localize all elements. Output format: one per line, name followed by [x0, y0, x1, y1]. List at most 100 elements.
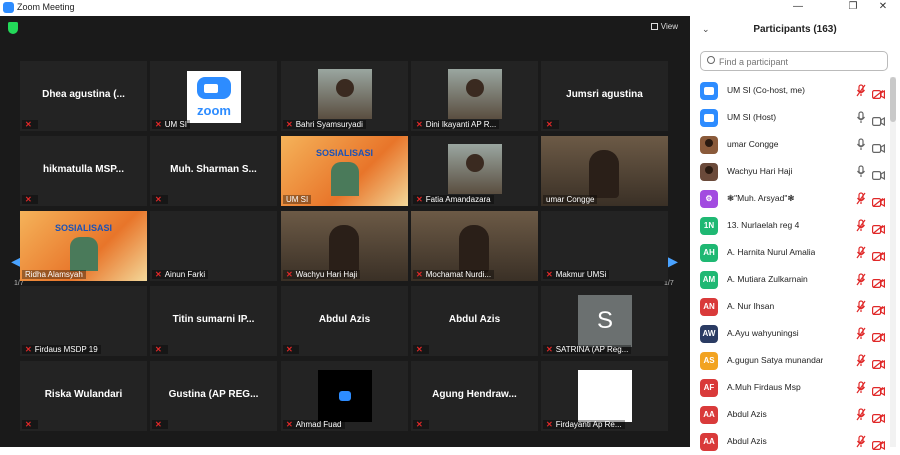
mic-muted-icon[interactable] — [856, 354, 866, 367]
mic-muted-icon[interactable] — [856, 219, 866, 232]
video-tile[interactable]: Riska Wulandari ✕ — [20, 361, 147, 431]
participant-row[interactable]: umar Congge — [690, 131, 888, 158]
tile-name-label: Ahmad Fuad — [295, 420, 342, 429]
video-tile[interactable]: ✕ Mochamat Nurdi... — [411, 211, 538, 281]
video-tile[interactable]: ✕ Ahmad Fuad — [281, 361, 408, 431]
mic-muted-icon[interactable] — [856, 84, 866, 97]
video-tile[interactable]: Titin sumarni IP... ✕ — [150, 286, 277, 356]
mic-icon[interactable] — [856, 111, 866, 124]
encryption-shield-icon[interactable] — [8, 22, 18, 34]
mic-icon[interactable] — [856, 138, 866, 151]
video-off-icon[interactable] — [872, 221, 885, 235]
participant-row[interactable]: 1N 13. Nurlaelah reg 4 — [690, 212, 888, 239]
view-button-label: View — [660, 22, 678, 31]
video-gallery: View ◀ 1/7 ▶ 1/7 Dhea agustina (... ✕ zoom… — [0, 16, 690, 447]
video-off-icon[interactable] — [872, 302, 885, 316]
video-tile[interactable]: Dhea agustina (... ✕ — [20, 61, 147, 131]
video-tile[interactable]: ✕ Dini Ikayanti AP R... — [411, 61, 538, 131]
video-tile[interactable]: Abdul Azis ✕ — [411, 286, 538, 356]
mic-muted-icon[interactable] — [856, 327, 866, 340]
participant-list: UM SI (Co-host, me) UM SI (Host) umar Cong… — [690, 77, 888, 455]
muted-mic-icon: ✕ — [25, 120, 32, 129]
participant-row[interactable]: AW A.Ayu wahyuningsi — [690, 320, 888, 347]
participant-name: hikmatulla MSP... — [43, 164, 124, 175]
video-icon[interactable] — [872, 113, 885, 127]
participant-photo — [318, 69, 372, 119]
video-off-icon[interactable] — [872, 275, 885, 289]
participant-name: Riska Wulandari — [44, 389, 123, 400]
video-tile[interactable]: ✕ Ainun Farki — [150, 211, 277, 281]
video-off-icon[interactable] — [872, 437, 885, 451]
video-tile[interactable]: S ✕ SATRINA (AP Reg... — [541, 286, 668, 356]
participant-search[interactable] — [700, 51, 888, 71]
tile-name-label: Firdayanti Ap Re... — [555, 420, 622, 429]
video-off-icon[interactable] — [872, 194, 885, 208]
muted-mic-icon: ✕ — [546, 120, 553, 129]
mic-icon[interactable] — [856, 165, 866, 178]
mic-muted-icon[interactable] — [856, 273, 866, 286]
minimize-button[interactable]: — — [783, 0, 813, 16]
tile-label: ✕ Ahmad Fuad — [283, 420, 345, 429]
person-silhouette — [329, 225, 359, 273]
participant-row[interactable]: AH A. Harnita Nurul Amalia — [690, 239, 888, 266]
video-tile[interactable]: Abdul Azis ✕ — [281, 286, 408, 356]
video-tile[interactable]: SOSIALISASI UM SI — [281, 136, 408, 206]
mic-muted-icon[interactable] — [856, 300, 866, 313]
video-off-icon[interactable] — [872, 248, 885, 262]
participant-row[interactable]: AA Abdul Azis — [690, 401, 888, 428]
participant-row[interactable]: AF A.Muh Firdaus Msp — [690, 374, 888, 401]
video-tile[interactable]: Gustina (AP REG... ✕ — [150, 361, 277, 431]
participant-row[interactable]: AA Abdul Azis — [690, 428, 888, 455]
participant-scrollbar[interactable] — [890, 77, 896, 447]
participant-avatar — [700, 109, 718, 127]
video-off-icon[interactable] — [872, 410, 885, 424]
video-icon[interactable] — [872, 140, 885, 154]
participant-row[interactable]: UM SI (Co-host, me) — [690, 77, 888, 104]
muted-mic-icon: ✕ — [416, 420, 423, 429]
video-off-icon[interactable] — [872, 383, 885, 397]
mic-muted-icon[interactable] — [856, 435, 866, 448]
video-tile[interactable]: umar Congge — [541, 136, 668, 206]
video-tile[interactable]: hikmatulla MSP... ✕ — [20, 136, 147, 206]
title-bar: Zoom Meeting — ❐ ✕ — [0, 0, 900, 16]
participant-avatar: AA — [700, 433, 718, 451]
video-tile[interactable]: ✕ Wachyu Hari Haji — [281, 211, 408, 281]
search-input[interactable] — [719, 55, 879, 68]
video-tile[interactable]: ✕ Firdaus MSDP 19 — [20, 286, 147, 356]
participant-row[interactable]: ⚙ ❃"Muh. Arsyad"❃ — [690, 185, 888, 212]
video-tile[interactable]: ✕ Firdayanti Ap Re... — [541, 361, 668, 431]
zoom-icon — [318, 370, 372, 422]
participant-avatar — [700, 136, 718, 154]
video-tile[interactable]: zoom ✕ UM SI — [150, 61, 277, 131]
person-silhouette — [589, 150, 619, 198]
mic-muted-icon[interactable] — [856, 246, 866, 259]
participant-row[interactable]: AN A. Nur Ihsan — [690, 293, 888, 320]
mic-muted-icon[interactable] — [856, 381, 866, 394]
video-off-icon[interactable] — [872, 356, 885, 370]
muted-mic-icon: ✕ — [416, 270, 423, 279]
participant-row[interactable]: AM A. Mutiara Zulkarnain — [690, 266, 888, 293]
scrollbar-thumb[interactable] — [890, 77, 896, 122]
participant-row[interactable]: AS A.gugun Satya munandar — [690, 347, 888, 374]
muted-mic-icon: ✕ — [155, 420, 162, 429]
video-tile[interactable]: Jumsri agustina ✕ — [541, 61, 668, 131]
view-button[interactable]: View — [650, 22, 678, 31]
close-button[interactable]: ✕ — [868, 0, 898, 16]
video-tile[interactable]: SOSIALISASI Ridha Alamsyah — [20, 211, 147, 281]
video-tile[interactable]: Agung Hendraw... ✕ — [411, 361, 538, 431]
mic-muted-icon[interactable] — [856, 408, 866, 421]
tile-name-label: Ainun Farki — [164, 270, 206, 279]
maximize-button[interactable]: ❐ — [838, 0, 868, 16]
video-tile[interactable]: Muh. Sharman S... ✕ — [150, 136, 277, 206]
muted-mic-icon: ✕ — [416, 120, 423, 129]
video-tile[interactable]: ✕ Makmur UMSi — [541, 211, 668, 281]
video-tile[interactable]: ✕ Fatia Amandazara — [411, 136, 538, 206]
video-off-icon[interactable] — [872, 329, 885, 343]
video-off-icon[interactable] — [872, 86, 885, 100]
video-tile[interactable]: ✕ Bahri Syamsuryadi — [281, 61, 408, 131]
muted-mic-icon: ✕ — [416, 195, 423, 204]
mic-muted-icon[interactable] — [856, 192, 866, 205]
participant-row[interactable]: UM SI (Host) — [690, 104, 888, 131]
participant-row[interactable]: Wachyu Hari Haji — [690, 158, 888, 185]
video-icon[interactable] — [872, 167, 885, 181]
